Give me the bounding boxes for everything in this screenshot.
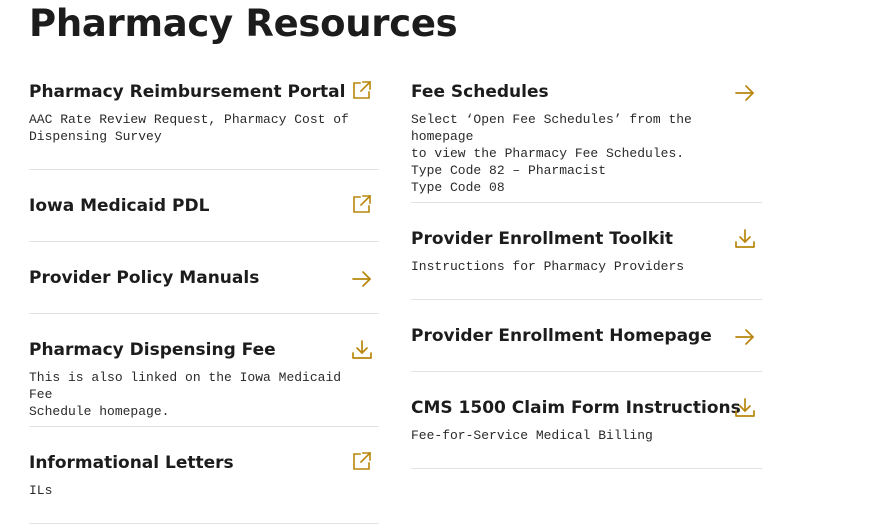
divider (29, 426, 379, 427)
item-description: Select ‘Open Fee Schedules’ from the hom… (411, 112, 692, 195)
item-description: AAC Rate Review Request, Pharmacy Cost o… (29, 112, 349, 144)
divider (29, 241, 379, 242)
item-title: Provider Enrollment Homepage (411, 326, 712, 346)
divider (411, 468, 762, 469)
iowa-medicaid-pdl-link[interactable]: Iowa Medicaid PDL (29, 193, 379, 241)
item-description: ILs (29, 483, 53, 498)
item-description: This is also linked on the Iowa Medicaid… (29, 370, 342, 419)
arrow-right-icon (351, 268, 373, 290)
divider (411, 371, 762, 372)
external-link-icon (351, 450, 373, 472)
divider (29, 523, 379, 524)
fee-schedules-link[interactable]: Fee Schedules Select ‘Open Fee Schedules… (411, 81, 762, 202)
divider (29, 169, 379, 170)
divider (411, 202, 762, 203)
external-link-icon (351, 193, 373, 215)
provider-enrollment-toolkit-link[interactable]: Provider Enrollment Toolkit Instructions… (411, 228, 762, 299)
item-title: Pharmacy Dispensing Fee (29, 340, 276, 360)
provider-enrollment-homepage-link[interactable]: Provider Enrollment Homepage (411, 325, 762, 371)
arrow-right-icon (734, 326, 756, 348)
item-description: Instructions for Pharmacy Providers (411, 259, 685, 274)
divider (29, 313, 379, 314)
divider (411, 299, 762, 300)
arrow-right-icon (734, 82, 756, 104)
informational-letters-link[interactable]: Informational Letters ILs (29, 450, 379, 523)
item-title: Pharmacy Reimbursement Portal (29, 82, 346, 102)
download-icon (734, 228, 756, 250)
external-link-icon (351, 79, 373, 101)
item-description: Fee-for-Service Medical Billing (411, 428, 653, 443)
item-title: Iowa Medicaid PDL (29, 196, 210, 216)
item-title: CMS 1500 Claim Form Instructions (411, 398, 741, 418)
download-icon (734, 397, 756, 419)
item-title: Informational Letters (29, 453, 234, 473)
provider-policy-manuals-link[interactable]: Provider Policy Manuals (29, 267, 379, 313)
item-title: Fee Schedules (411, 82, 549, 102)
pharmacy-dispensing-fee-link[interactable]: Pharmacy Dispensing Fee This is also lin… (29, 339, 379, 426)
item-title: Provider Policy Manuals (29, 268, 260, 288)
cms-1500-claim-form-instructions-link[interactable]: CMS 1500 Claim Form Instructions Fee-for… (411, 397, 762, 468)
pharmacy-reimbursement-portal-link[interactable]: Pharmacy Reimbursement Portal AAC Rate R… (29, 79, 379, 169)
page-title: Pharmacy Resources (29, 2, 458, 45)
item-title: Provider Enrollment Toolkit (411, 229, 674, 249)
download-icon (351, 339, 373, 361)
